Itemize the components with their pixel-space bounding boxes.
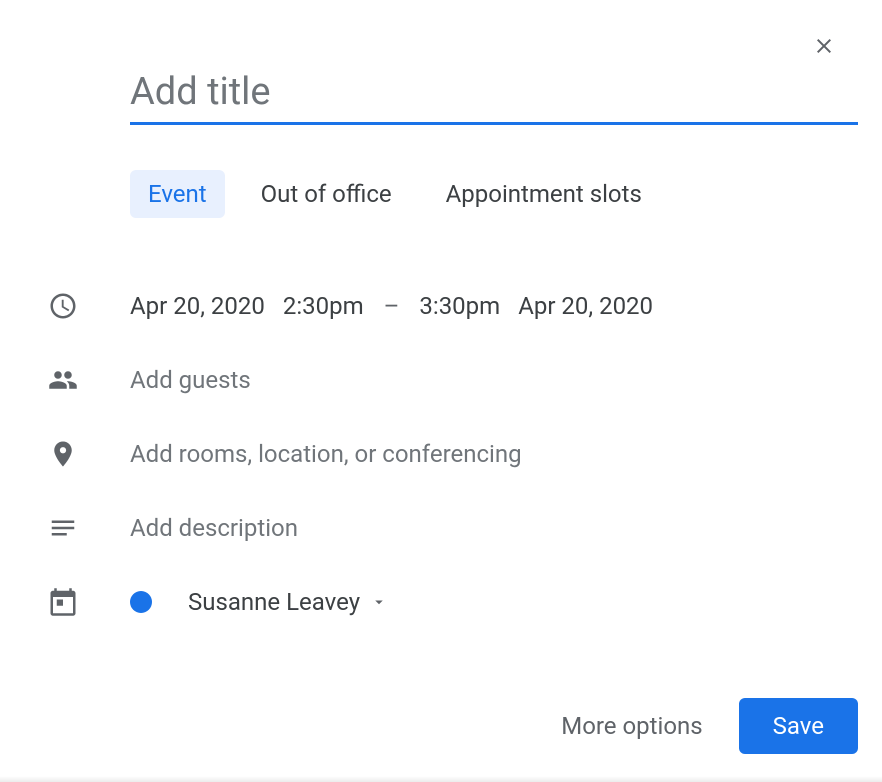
location-placeholder: Add rooms, location, or conferencing — [130, 440, 842, 468]
description-icon — [48, 513, 78, 543]
calendar-icon — [48, 587, 78, 617]
clock-icon — [48, 291, 78, 321]
bottom-shadow — [0, 776, 882, 782]
calendar-row: Susanne Leavey — [48, 574, 842, 630]
end-date[interactable]: Apr 20, 2020 — [518, 292, 653, 320]
chevron-down-icon — [370, 593, 388, 611]
event-quick-create-dialog: Event Out of office Appointment slots Ap… — [0, 0, 882, 782]
description-placeholder: Add description — [130, 514, 842, 542]
people-icon — [48, 365, 78, 395]
tab-event[interactable]: Event — [130, 170, 225, 218]
time-dash: – — [382, 292, 402, 320]
close-icon — [812, 34, 836, 58]
close-button[interactable] — [806, 28, 842, 64]
description-row[interactable]: Add description — [48, 500, 842, 556]
datetime-row: Apr 20, 2020 2:30pm – 3:30pm Apr 20, 202… — [48, 278, 842, 334]
tab-out-of-office[interactable]: Out of office — [243, 170, 410, 218]
guests-placeholder: Add guests — [130, 366, 842, 394]
dialog-footer: More options Save — [553, 698, 858, 754]
end-time[interactable]: 3:30pm — [419, 292, 500, 320]
location-row[interactable]: Add rooms, location, or conferencing — [48, 426, 842, 482]
guests-row[interactable]: Add guests — [48, 352, 842, 408]
location-icon — [48, 439, 78, 469]
calendar-selector[interactable]: Susanne Leavey — [188, 588, 388, 616]
tab-appointment-slots[interactable]: Appointment slots — [428, 170, 660, 218]
start-time[interactable]: 2:30pm — [283, 292, 364, 320]
more-options-button[interactable]: More options — [553, 702, 710, 750]
event-type-tabs: Event Out of office Appointment slots — [130, 170, 660, 218]
start-date[interactable]: Apr 20, 2020 — [130, 292, 265, 320]
calendar-color-dot — [130, 591, 152, 613]
calendar-name-label: Susanne Leavey — [188, 588, 360, 616]
title-input[interactable] — [130, 66, 858, 125]
save-button[interactable]: Save — [739, 698, 858, 754]
